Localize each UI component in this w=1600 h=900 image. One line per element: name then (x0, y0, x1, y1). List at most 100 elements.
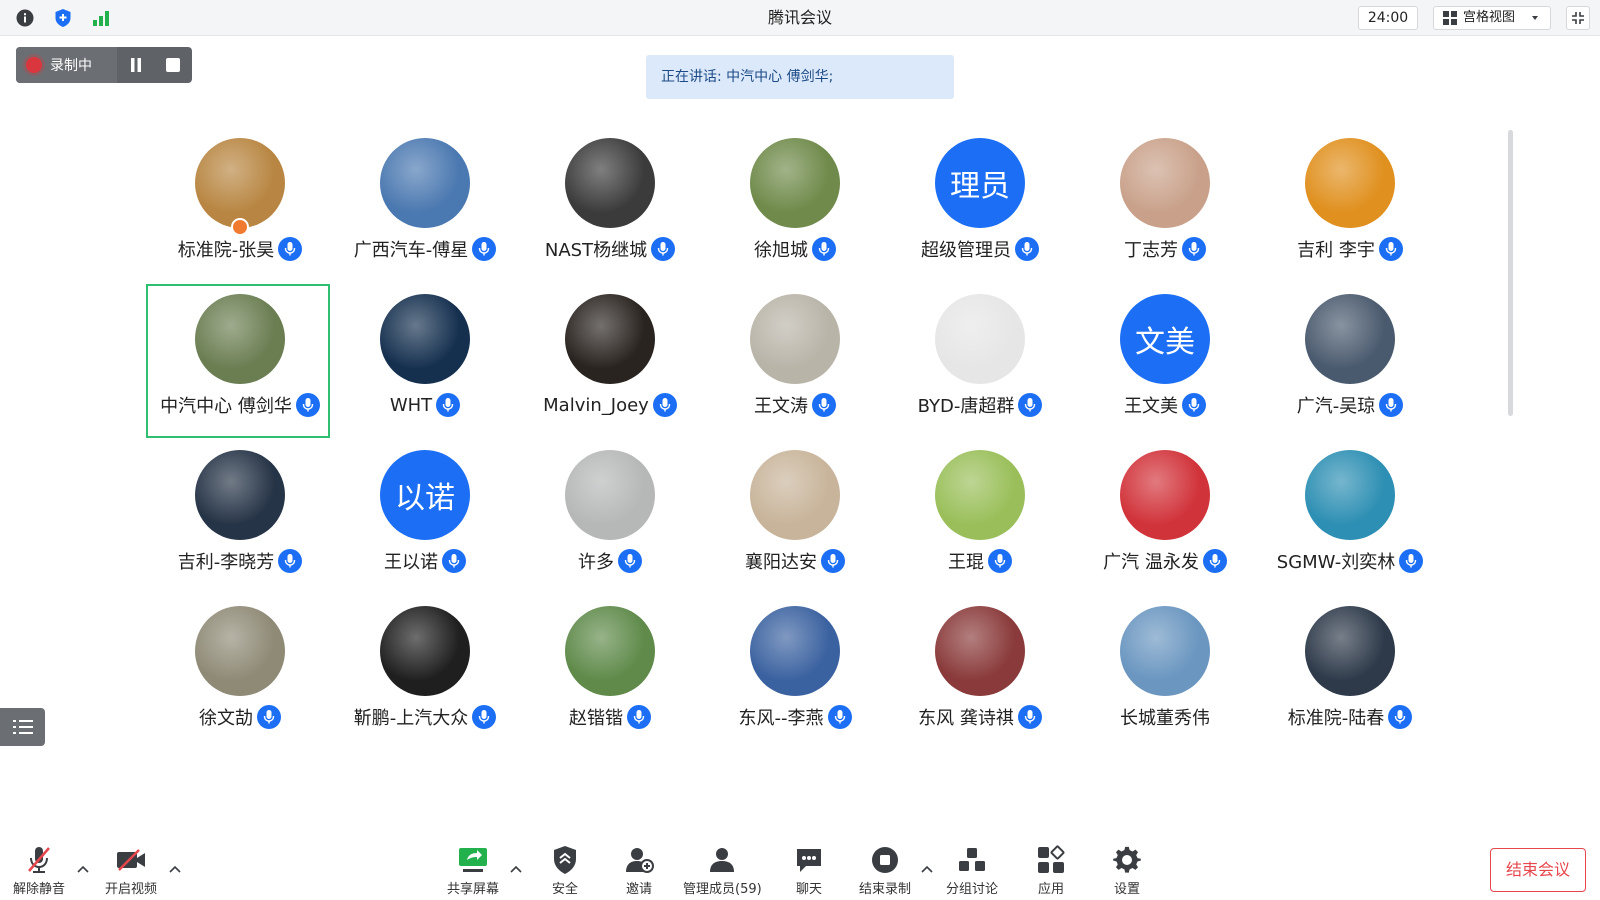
video-options-caret[interactable] (168, 862, 182, 876)
participant-name-row: 丁志芳 (1073, 236, 1257, 262)
participant-tile[interactable]: 长城董秀伟 (1073, 598, 1257, 752)
participant-name-row: 中汽中心 傅剑华 (148, 392, 332, 418)
participant-name: 吉利-李晓芳 (177, 552, 275, 573)
participant-name-row: BYD-唐超群 (888, 392, 1072, 418)
avatar (380, 138, 470, 228)
caret-down-icon (1532, 16, 1539, 20)
participant-name-row: 吉利 李宇 (1258, 236, 1442, 262)
participant-tile[interactable]: 王文涛 (703, 286, 887, 440)
participant-tile[interactable]: 东风--李燕 (703, 598, 887, 752)
participant-tile[interactable]: Malvin_Joey (518, 286, 702, 440)
fullscreen-button[interactable] (1566, 6, 1590, 30)
stop-recording-button[interactable] (154, 47, 191, 83)
participant-tile[interactable]: 许多 (518, 442, 702, 596)
participant-name-row: 王文涛 (703, 392, 887, 418)
avatar (1120, 606, 1210, 696)
participant-name-row: 东风 龚诗祺 (888, 704, 1072, 730)
participant-name-row: 许多 (518, 548, 702, 574)
breakout-rooms-button[interactable]: 分组讨论 (946, 844, 998, 900)
avatar (380, 294, 470, 384)
avatar (380, 606, 470, 696)
participant-tile[interactable]: 以诺 王以诺 (333, 442, 517, 596)
participant-name: NAST杨继城 (544, 240, 648, 261)
mic-status-icon (257, 705, 281, 729)
avatar: 以诺 (380, 450, 470, 540)
participant-name-row: 东风--李燕 (703, 704, 887, 730)
security-shield-icon (549, 844, 581, 876)
participant-tile[interactable]: 徐旭城 (703, 130, 887, 284)
audio-options-caret[interactable] (76, 862, 90, 876)
end-recording-button[interactable]: 结束录制 (859, 844, 911, 900)
mic-status-icon (988, 549, 1012, 573)
participant-tile[interactable]: 王琨 (888, 442, 1072, 596)
participant-tile[interactable]: 赵锴锴 (518, 598, 702, 752)
apps-button[interactable]: 应用 (1035, 844, 1067, 900)
participant-tile[interactable]: 靳鹏-上汽大众 (333, 598, 517, 752)
participant-tile[interactable]: WHT (333, 286, 517, 440)
participant-name-row: WHT (333, 392, 517, 418)
participant-tile[interactable]: BYD-唐超群 (888, 286, 1072, 440)
participant-tile[interactable]: NAST杨继城 (518, 130, 702, 284)
participant-tile[interactable]: 襄阳达安 (703, 442, 887, 596)
chevron-up-icon (77, 865, 89, 873)
security-button[interactable]: 安全 (549, 844, 581, 900)
participant-tile[interactable]: 丁志芳 (1073, 130, 1257, 284)
participant-name: 东风--李燕 (738, 708, 824, 729)
participant-tile[interactable]: 理员 超级管理员 (888, 130, 1072, 284)
participant-tile[interactable]: SGMW-刘奕林 (1258, 442, 1442, 596)
participant-name: 王琨 (948, 552, 984, 573)
exit-fullscreen-icon (1572, 12, 1584, 24)
participant-tile[interactable]: 徐文劼 (148, 598, 332, 752)
avatar (1305, 450, 1395, 540)
invite-button[interactable]: 邀请 (623, 844, 655, 900)
participant-list-toggle[interactable] (0, 708, 45, 746)
avatar (565, 606, 655, 696)
mic-status-icon (627, 705, 651, 729)
manage-members-label: 管理成员(59) (683, 882, 762, 897)
share-screen-button[interactable]: 共享屏幕 (447, 844, 499, 900)
mic-status-icon (1182, 393, 1206, 417)
view-mode-label: 宫格视图 (1463, 10, 1516, 25)
start-video-button[interactable]: 开启视频 (105, 844, 157, 900)
participant-tile[interactable]: 东风 龚诗祺 (888, 598, 1072, 752)
participant-tile[interactable]: 广汽-吴琼 (1258, 286, 1442, 440)
avatar (935, 450, 1025, 540)
participant-name-row: NAST杨继城 (518, 236, 702, 262)
mic-status-icon (827, 705, 852, 729)
participant-name: 襄阳达安 (745, 552, 817, 573)
avatar (195, 450, 285, 540)
end-meeting-button[interactable]: 结束会议 (1490, 848, 1586, 892)
participant-name-row: 吉利-李晓芳 (148, 548, 332, 574)
chevron-up-icon (169, 865, 181, 873)
mic-status-icon (1182, 237, 1206, 261)
mic-status-icon (1379, 393, 1404, 417)
participant-tile[interactable]: 广西汽车-傅星 (333, 130, 517, 284)
manage-members-button[interactable]: 管理成员(59) (683, 844, 762, 900)
participant-tile[interactable]: 标准院-张昊 (148, 130, 332, 284)
avatar (750, 138, 840, 228)
participant-tile[interactable]: 广汽 温永发 (1073, 442, 1257, 596)
participant-tile[interactable]: 中汽中心 傅剑华 (146, 284, 330, 438)
grid-view-icon (1443, 11, 1457, 25)
avatar (565, 450, 655, 540)
participant-name: WHT (389, 394, 433, 416)
participant-name-row: 襄阳达安 (703, 548, 887, 574)
participant-tile[interactable]: 标准院-陆春 (1258, 598, 1442, 752)
chat-button[interactable]: 聊天 (793, 844, 825, 900)
stop-record-icon (869, 844, 901, 876)
recording-options-caret[interactable] (920, 862, 934, 876)
pause-recording-button[interactable] (117, 47, 154, 83)
grid-scrollbar[interactable] (1508, 130, 1513, 416)
participant-name-row: 标准院-陆春 (1258, 704, 1442, 730)
share-options-caret[interactable] (509, 862, 523, 876)
participant-name: 丁志芳 (1124, 240, 1178, 261)
participant-tile[interactable]: 文美 王文美 (1073, 286, 1257, 440)
unmute-button[interactable]: 解除静音 (13, 844, 65, 900)
participant-tile[interactable]: 吉利 李宇 (1258, 130, 1442, 284)
view-mode-dropdown[interactable]: 宫格视图 (1433, 6, 1551, 30)
settings-button[interactable]: 设置 (1111, 844, 1143, 900)
mic-status-icon (472, 237, 497, 261)
avatar (935, 294, 1025, 384)
participant-tile[interactable]: 吉利-李晓芳 (148, 442, 332, 596)
title-bar: 腾讯会议 24:00 宫格视图 (0, 0, 1600, 36)
